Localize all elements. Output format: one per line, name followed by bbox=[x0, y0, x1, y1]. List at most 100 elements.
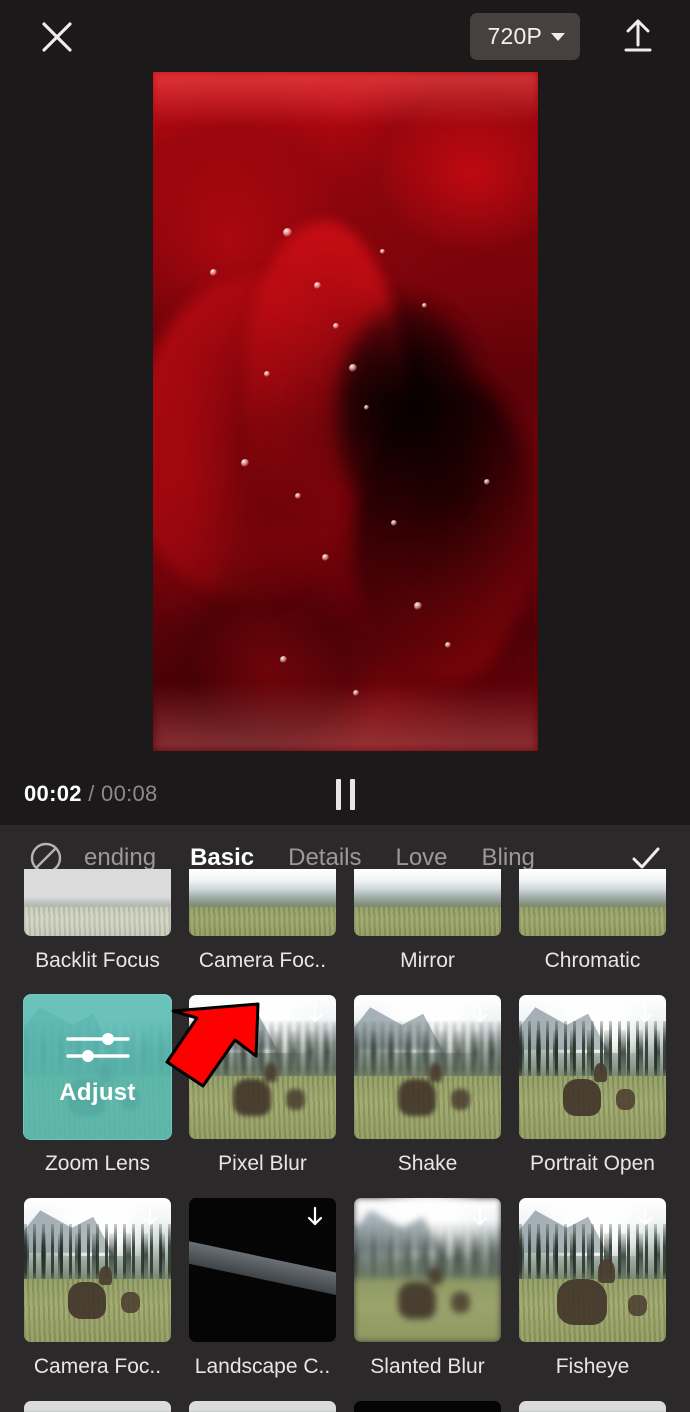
playback-bar: 00:02 / 00:08 bbox=[0, 763, 690, 825]
tab-bling[interactable]: Bling bbox=[465, 844, 552, 872]
effect-thumbnail[interactable] bbox=[189, 995, 336, 1139]
water-droplet bbox=[414, 601, 423, 610]
effect-label: Shake bbox=[397, 1152, 458, 1175]
thumbnail-image bbox=[519, 1401, 666, 1412]
tab-love[interactable]: Love bbox=[378, 844, 464, 872]
download-icon[interactable] bbox=[302, 1204, 328, 1230]
water-droplet bbox=[279, 655, 287, 663]
download-icon[interactable] bbox=[302, 1001, 328, 1027]
effect-item-landscape[interactable]: Landscape C.. bbox=[189, 1198, 336, 1379]
thumbnail-image bbox=[189, 1401, 336, 1412]
download-icon[interactable] bbox=[467, 1204, 493, 1230]
effect-label: Portrait Open bbox=[530, 1152, 655, 1175]
effect-item[interactable]: Chromatic bbox=[519, 869, 666, 973]
rose-highlight-top bbox=[152, 72, 538, 127]
effect-thumbnail[interactable] bbox=[24, 1198, 171, 1342]
effect-item-slanted-blur[interactable]: Slanted Blur bbox=[354, 1198, 501, 1379]
effect-thumbnail[interactable] bbox=[519, 1198, 666, 1342]
tab-ending[interactable]: ending bbox=[84, 844, 173, 872]
thumbnail-image bbox=[519, 869, 666, 936]
effect-thumbnail[interactable] bbox=[354, 869, 501, 936]
tab-basic[interactable]: Basic bbox=[173, 844, 271, 872]
tab-details[interactable]: Details bbox=[271, 844, 378, 872]
pause-bar-left bbox=[335, 778, 341, 810]
water-droplet bbox=[264, 370, 271, 377]
video-editor-screen: 720P 00:02 / 00:08 ending Basic Details … bbox=[0, 0, 690, 1412]
effect-thumbnail[interactable]: Adjust bbox=[23, 994, 172, 1140]
effect-item-portrait-open[interactable]: Portrait Open bbox=[519, 995, 666, 1176]
water-droplet bbox=[379, 248, 385, 254]
effect-label: Slanted Blur bbox=[370, 1355, 485, 1378]
effect-item[interactable]: Mirror bbox=[354, 869, 501, 973]
effect-label: Fisheye bbox=[555, 1355, 630, 1378]
effect-label: Pixel Blur bbox=[218, 1152, 307, 1175]
effect-label: Camera Foc.. bbox=[198, 949, 327, 972]
effects-grid-row-0: Backlit Focus Camera Foc.. Mirror Chroma… bbox=[0, 869, 690, 973]
effect-item[interactable]: Camera Foc.. bbox=[189, 869, 336, 973]
rose-center-shadow bbox=[337, 302, 476, 534]
sliders-icon bbox=[65, 1033, 130, 1062]
resolution-selector[interactable]: 720P bbox=[470, 13, 580, 60]
effect-item[interactable] bbox=[519, 1401, 666, 1412]
effect-thumbnail[interactable] bbox=[189, 869, 336, 936]
water-droplet bbox=[364, 404, 370, 410]
current-time: 00:02 bbox=[24, 781, 82, 806]
close-icon[interactable] bbox=[36, 16, 78, 58]
thumbnail-image bbox=[354, 869, 501, 936]
effect-thumbnail[interactable] bbox=[354, 1401, 501, 1412]
thumbnail-image bbox=[24, 1401, 171, 1412]
effect-label: Chromatic bbox=[544, 949, 641, 972]
effect-thumbnail[interactable] bbox=[519, 1401, 666, 1412]
video-frame[interactable] bbox=[152, 72, 538, 751]
download-icon[interactable] bbox=[137, 1204, 163, 1230]
pause-bar-right bbox=[349, 778, 355, 810]
download-icon[interactable] bbox=[632, 1204, 658, 1230]
effect-thumbnail[interactable] bbox=[519, 869, 666, 936]
effects-grid-row-1: Adjust Zoom Lens Pixel Blur Shake Portra… bbox=[0, 994, 690, 1176]
effect-thumbnail[interactable] bbox=[24, 869, 171, 936]
download-icon[interactable] bbox=[632, 1001, 658, 1027]
effect-item-zoom-lens[interactable]: Adjust Zoom Lens bbox=[23, 994, 172, 1176]
effect-item[interactable] bbox=[354, 1401, 501, 1412]
effect-item-pixel-blur[interactable]: Pixel Blur bbox=[189, 995, 336, 1176]
water-droplet bbox=[352, 689, 359, 696]
time-separator: / bbox=[81, 781, 102, 806]
water-droplet bbox=[241, 459, 250, 468]
effect-thumbnail[interactable] bbox=[24, 1401, 171, 1412]
top-bar: 720P bbox=[0, 0, 690, 72]
effect-label: Zoom Lens bbox=[44, 1152, 151, 1175]
water-droplet bbox=[321, 554, 329, 562]
effect-item-shake[interactable]: Shake bbox=[354, 995, 501, 1176]
effect-item[interactable]: Backlit Focus bbox=[24, 869, 171, 973]
chevron-down-icon bbox=[551, 32, 565, 41]
upload-icon[interactable] bbox=[616, 14, 660, 58]
pause-icon[interactable] bbox=[322, 774, 368, 814]
effect-thumbnail[interactable] bbox=[354, 1198, 501, 1342]
water-droplet bbox=[294, 492, 301, 499]
effect-thumbnail[interactable] bbox=[189, 1198, 336, 1342]
rose-highlight-bottom bbox=[152, 683, 538, 751]
time-display: 00:02 / 00:08 bbox=[24, 781, 158, 807]
effect-thumbnail[interactable] bbox=[519, 995, 666, 1139]
effect-thumbnail[interactable] bbox=[354, 995, 501, 1139]
water-droplet bbox=[348, 363, 357, 372]
resolution-label: 720P bbox=[487, 23, 542, 49]
effect-item-fisheye[interactable]: Fisheye bbox=[519, 1198, 666, 1379]
adjust-label: Adjust bbox=[59, 1079, 136, 1106]
effects-panel: ending Basic Details Love Bling Backlit … bbox=[0, 825, 690, 1412]
effect-label: Camera Foc.. bbox=[33, 1355, 162, 1378]
adjust-overlay[interactable]: Adjust bbox=[24, 995, 171, 1139]
effect-thumbnail[interactable] bbox=[189, 1401, 336, 1412]
thumbnail-image bbox=[189, 869, 336, 936]
effect-item[interactable] bbox=[24, 1401, 171, 1412]
water-droplet bbox=[422, 302, 427, 308]
effect-item-camera-focus[interactable]: Camera Foc.. bbox=[24, 1198, 171, 1379]
video-preview-area[interactable] bbox=[0, 72, 690, 763]
effects-grid-row-3 bbox=[0, 1401, 690, 1412]
effect-label: Landscape C.. bbox=[194, 1355, 331, 1378]
effect-item[interactable] bbox=[189, 1401, 336, 1412]
download-icon[interactable] bbox=[467, 1001, 493, 1027]
effects-grid-row-2: Camera Foc.. Landscape C.. Slanted Blur … bbox=[0, 1198, 690, 1379]
total-time: 00:08 bbox=[101, 781, 158, 806]
thumbnail-image bbox=[24, 869, 171, 936]
